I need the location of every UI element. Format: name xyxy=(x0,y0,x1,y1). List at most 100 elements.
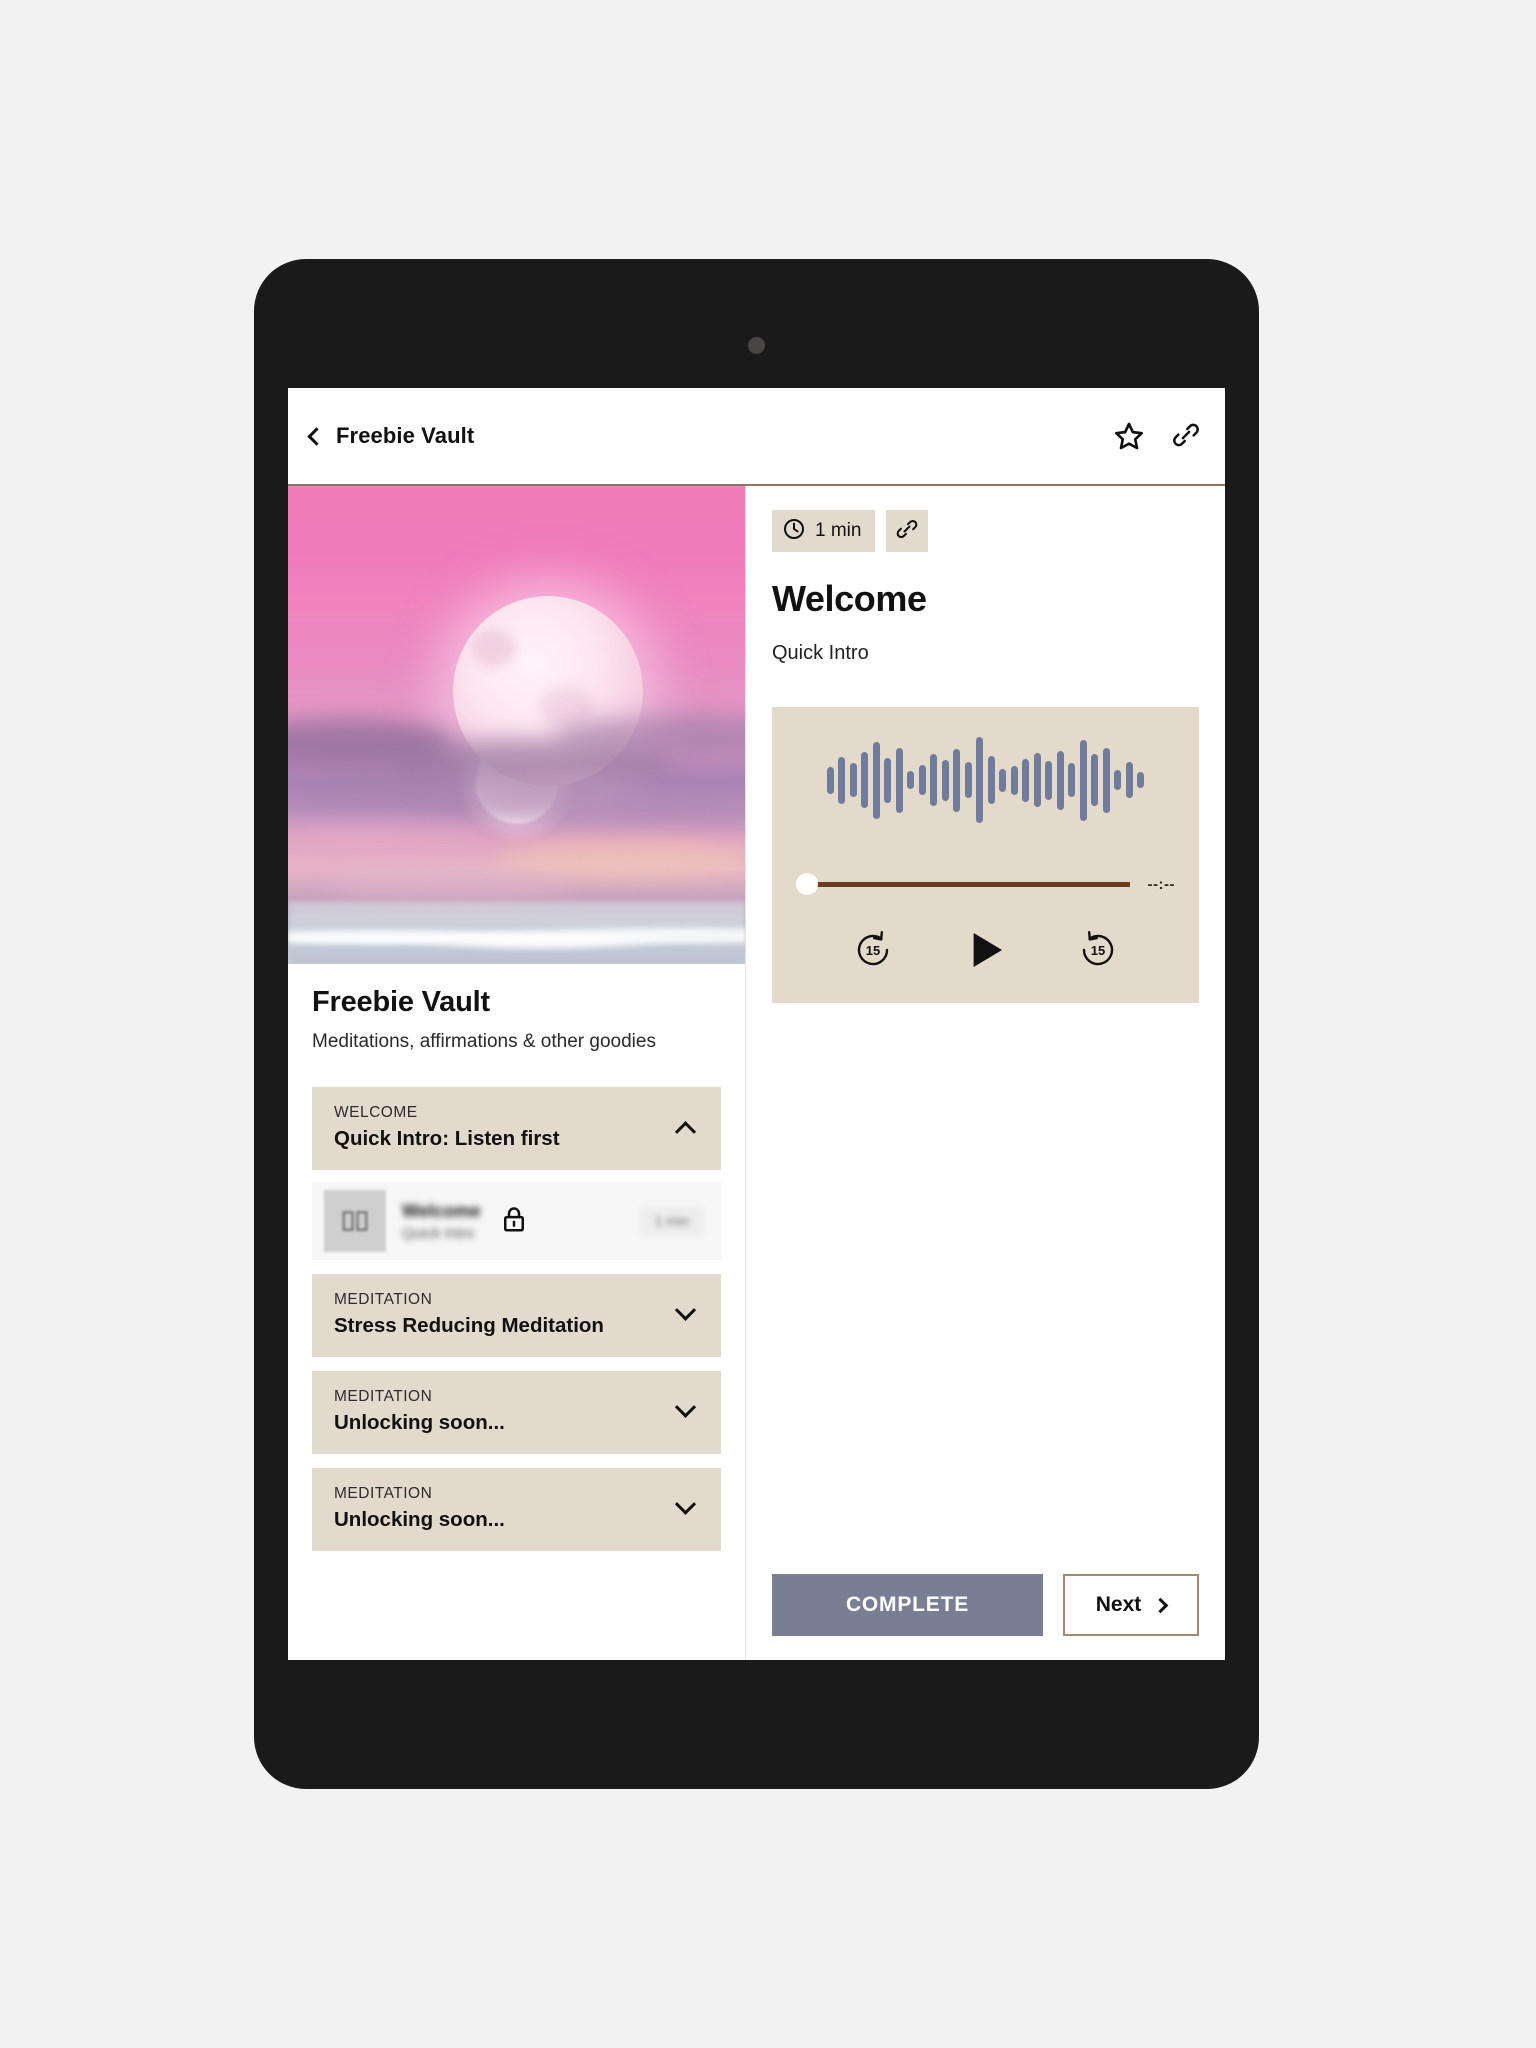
sections-list: WELCOME Quick Intro: Listen first Welcom… xyxy=(288,1087,745,1551)
lock-icon xyxy=(499,1204,529,1239)
waveform-bar xyxy=(941,759,949,801)
lesson-subheading: Quick Intro xyxy=(772,642,869,664)
progress-row: --:-- xyxy=(796,873,1175,895)
waveform-bar xyxy=(1068,763,1076,797)
course-info: Freebie Vault Meditations, affirmations … xyxy=(288,964,745,1053)
cloud xyxy=(288,820,495,855)
section-kicker: MEDITATION xyxy=(334,1388,433,1405)
chevron-down-icon[interactable] xyxy=(674,1493,697,1515)
chevron-up-icon[interactable] xyxy=(674,1121,697,1143)
cloud xyxy=(471,787,745,826)
section-title: Stress Reducing Meditation xyxy=(334,1314,604,1337)
section-kicker: MEDITATION xyxy=(334,1291,433,1308)
waveform-bar xyxy=(1045,760,1053,800)
waveform-bar xyxy=(953,748,961,812)
waveform-bar xyxy=(1114,770,1122,790)
lesson-row[interactable]: Welcome Quick Intro 1 min xyxy=(312,1182,721,1260)
waveform-bar xyxy=(1137,772,1145,788)
progress-track xyxy=(807,881,1130,887)
section-unlocking-soon-1[interactable]: MEDITATION Unlocking soon... xyxy=(312,1371,721,1454)
waveform-bar xyxy=(1091,754,1099,806)
section-title: Quick Intro: Listen first xyxy=(334,1127,560,1150)
lesson-meta-chips: 1 min xyxy=(772,510,1199,552)
section-text: MEDITATION Unlocking soon... xyxy=(334,1485,678,1532)
chevron-down-icon[interactable] xyxy=(674,1396,697,1418)
forward-15-icon[interactable]: 15 xyxy=(1076,928,1120,972)
tablet-screen: Freebie Vault Freebie Vault Meditations,… xyxy=(288,388,1225,1660)
lesson-panel: 1 min Welcome Quick Intro --:-- 15 15 CO… xyxy=(746,486,1225,1660)
waveform-bar xyxy=(849,763,857,797)
lesson-row-subtitle: Quick Intro xyxy=(402,1224,475,1242)
waveform-bar xyxy=(1102,747,1110,813)
hero-image xyxy=(288,486,745,964)
waveform-bar xyxy=(1010,765,1018,795)
lesson-heading: Welcome xyxy=(772,578,927,619)
link-icon[interactable] xyxy=(1171,420,1203,452)
duration-chip-text: 1 min xyxy=(815,520,862,541)
tablet-frame: Freebie Vault Freebie Vault Meditations,… xyxy=(254,259,1259,1789)
app-bar-title: Freebie Vault xyxy=(336,423,475,448)
app-bar: Freebie Vault xyxy=(288,388,1225,486)
waveform-bar xyxy=(1033,753,1041,807)
section-title: Unlocking soon... xyxy=(334,1508,505,1531)
book-icon xyxy=(324,1190,386,1252)
next-button[interactable]: Next xyxy=(1063,1574,1199,1636)
audio-player: --:-- 15 15 xyxy=(772,707,1199,1003)
section-kicker: MEDITATION xyxy=(334,1485,433,1502)
waveform-bar xyxy=(826,766,834,794)
waveform-bar xyxy=(964,762,972,798)
course-title: Freebie Vault xyxy=(312,986,490,1018)
bottom-actions: COMPLETE Next xyxy=(772,1574,1199,1636)
section-title: Unlocking soon... xyxy=(334,1411,505,1434)
waveform-bar xyxy=(1056,750,1064,810)
waveform-bar xyxy=(918,765,926,795)
waveform-bar xyxy=(861,752,869,808)
waveform-bar xyxy=(838,756,846,804)
svg-text:15: 15 xyxy=(866,943,880,958)
chevron-right-icon xyxy=(1152,1597,1169,1613)
svg-text:15: 15 xyxy=(1091,943,1105,958)
section-text: WELCOME Quick Intro: Listen first xyxy=(334,1104,678,1151)
play-icon[interactable] xyxy=(960,925,1010,975)
clock-icon xyxy=(782,517,806,546)
waveform-bar xyxy=(895,747,903,813)
rewind-15-icon[interactable]: 15 xyxy=(851,928,895,972)
chevron-left-icon xyxy=(307,426,326,446)
time-label: --:-- xyxy=(1147,875,1175,893)
section-kicker: WELCOME xyxy=(334,1104,418,1121)
app-bar-actions xyxy=(1113,420,1203,452)
wave-foam xyxy=(288,921,745,955)
complete-button[interactable]: COMPLETE xyxy=(772,1574,1043,1636)
next-button-label: Next xyxy=(1095,1593,1142,1616)
waveform-bar xyxy=(1125,762,1133,798)
section-welcome[interactable]: WELCOME Quick Intro: Listen first xyxy=(312,1087,721,1170)
share-link-button[interactable] xyxy=(886,510,929,552)
transport-controls: 15 15 xyxy=(796,925,1175,975)
camera-dot xyxy=(748,337,765,354)
lesson-row-duration: 1 min xyxy=(640,1207,703,1235)
star-icon[interactable] xyxy=(1113,420,1145,452)
waveform-bar xyxy=(999,768,1007,792)
lesson-row-title: Welcome xyxy=(402,1200,481,1221)
section-unlocking-soon-2[interactable]: MEDITATION Unlocking soon... xyxy=(312,1468,721,1551)
lesson-meta: Welcome Quick Intro xyxy=(402,1201,481,1242)
cloud xyxy=(324,868,577,902)
progress-thumb[interactable] xyxy=(796,873,818,895)
duration-chip: 1 min xyxy=(772,510,876,552)
back-button[interactable]: Freebie Vault xyxy=(306,423,474,449)
waveform-bar xyxy=(1079,739,1087,821)
waveform-bar xyxy=(1022,758,1030,802)
course-sidebar: Freebie Vault Meditations, affirmations … xyxy=(288,486,746,1660)
course-subtitle: Meditations, affirmations & other goodie… xyxy=(312,1031,656,1052)
waveform-bar xyxy=(884,757,892,803)
section-text: MEDITATION Unlocking soon... xyxy=(334,1388,678,1435)
progress-slider[interactable] xyxy=(796,873,1130,895)
section-stress-reducing-meditation[interactable]: MEDITATION Stress Reducing Meditation xyxy=(312,1274,721,1357)
link-icon xyxy=(895,517,919,546)
waveform-bar xyxy=(872,741,880,819)
section-text: MEDITATION Stress Reducing Meditation xyxy=(334,1291,678,1338)
waveform-bar xyxy=(976,737,984,823)
screen-body: Freebie Vault Meditations, affirmations … xyxy=(288,486,1225,1660)
moon-crater xyxy=(539,686,595,727)
chevron-down-icon[interactable] xyxy=(674,1299,697,1321)
